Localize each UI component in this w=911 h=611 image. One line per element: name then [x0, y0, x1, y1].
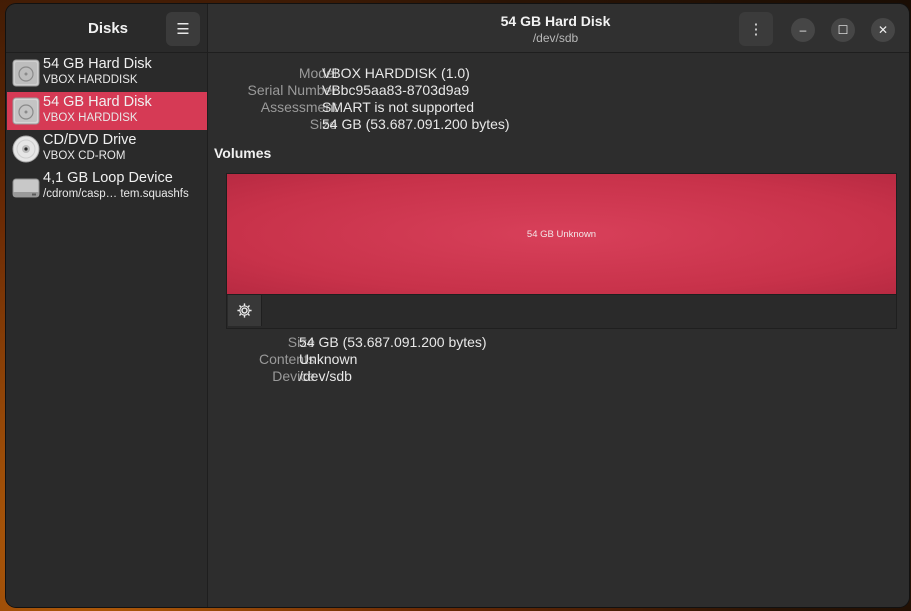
- minimize-icon: –: [799, 23, 807, 37]
- device-model: VBOX HARDDISK: [43, 112, 138, 124]
- disks-window: Disks ☰ 54 GB Hard Disk VBOX HARDDISK 54…: [6, 4, 909, 607]
- model-value: VBOX HARDDISK (1.0): [322, 65, 470, 81]
- partition-options-button[interactable]: [228, 295, 262, 326]
- device-model: VBOX CD-ROM: [43, 150, 126, 162]
- maximize-button[interactable]: ☐: [831, 18, 855, 42]
- hamburger-menu-icon: ☰: [176, 21, 190, 38]
- hard-disk-icon: [12, 59, 40, 87]
- hard-disk-icon: [12, 97, 40, 125]
- size-value: 54 GB (53.687.091.200 bytes): [322, 116, 510, 132]
- sidebar-header: Disks ☰: [6, 4, 207, 53]
- volumes-heading: Volumes: [214, 145, 272, 161]
- maximize-icon: ☐: [837, 23, 849, 37]
- serial-number-value: VBbc95aa83-8703d9a9: [322, 82, 470, 98]
- gear-icon: [237, 303, 252, 318]
- device-item-cd-dvd-drive[interactable]: CD/DVD Drive VBOX CD-ROM: [7, 130, 207, 168]
- volume-map: 54 GB Unknown: [226, 173, 897, 329]
- volume-device-value: /dev/sdb: [299, 368, 352, 384]
- close-icon: ✕: [877, 23, 889, 37]
- assessment-value: SMART is not supported: [322, 99, 475, 115]
- device-name: CD/DVD Drive: [43, 132, 137, 148]
- sidebar: Disks ☰ 54 GB Hard Disk VBOX HARDDISK 54…: [6, 4, 208, 607]
- device-item-hard-disk-2[interactable]: 54 GB Hard Disk VBOX HARDDISK: [7, 92, 207, 130]
- main-menu-button[interactable]: ☰: [166, 12, 200, 46]
- device-name: 54 GB Hard Disk: [43, 56, 152, 72]
- main-content: 54 GB Hard Disk /dev/sdb ⋮ – ☐ ✕ Model V…: [208, 4, 909, 607]
- drive-options-button[interactable]: ⋮: [739, 12, 773, 46]
- volume-size-value: 54 GB (53.687.091.200 bytes): [299, 334, 487, 350]
- close-button[interactable]: ✕: [871, 18, 895, 42]
- header-bar: 54 GB Hard Disk /dev/sdb ⋮ – ☐ ✕: [208, 4, 909, 53]
- volume-label: 54 GB Unknown: [526, 228, 597, 240]
- device-path: /cdrom/casp… tem.squashfs: [43, 188, 189, 200]
- app-title: Disks: [88, 20, 129, 37]
- device-model: VBOX HARDDISK: [43, 74, 138, 86]
- device-item-hard-disk-1[interactable]: 54 GB Hard Disk VBOX HARDDISK: [7, 54, 207, 92]
- loop-device-icon: [12, 178, 40, 198]
- minimize-button[interactable]: –: [791, 18, 815, 42]
- device-name: 54 GB Hard Disk: [43, 94, 152, 110]
- volume-contents-value: Unknown: [299, 351, 358, 367]
- device-name: 4,1 GB Loop Device: [43, 170, 173, 186]
- vertical-ellipsis-icon: ⋮: [748, 21, 764, 38]
- volume-partition[interactable]: 54 GB Unknown: [227, 174, 896, 295]
- device-item-loop-device[interactable]: 4,1 GB Loop Device /cdrom/casp… tem.squa…: [7, 168, 207, 206]
- optical-disc-icon: [12, 135, 40, 163]
